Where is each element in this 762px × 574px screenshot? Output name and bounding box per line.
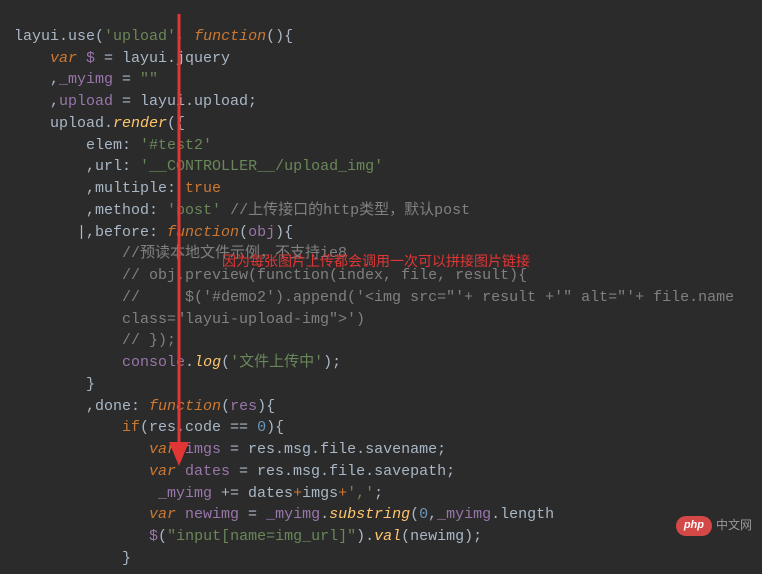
code-token: res <box>230 398 257 415</box>
code-token: imgs <box>185 441 221 458</box>
code-token: console <box>122 354 185 371</box>
code-token: = res.msg.file.savename; <box>221 441 446 458</box>
code-token: '__CONTROLLER__/upload_img' <box>140 158 383 175</box>
code-token: , <box>14 71 59 88</box>
code-token: $ <box>86 50 95 67</box>
code-token: "input[name=img_url]" <box>167 528 356 545</box>
code-token: ){ <box>257 398 275 415</box>
code-token: (newimg); <box>401 528 482 545</box>
code-token: _myimg <box>158 485 212 502</box>
code-token: ({ <box>167 115 185 132</box>
code-token: // }); <box>14 332 176 349</box>
code-token: val <box>374 528 401 545</box>
code-token: , <box>176 28 194 45</box>
code-token: : <box>149 224 167 241</box>
code-token: var <box>14 50 86 67</box>
code-token: upload <box>59 93 113 110</box>
code-token: // obj.preview(function(index, file, res… <box>14 267 527 284</box>
code-token: newimg <box>185 506 239 523</box>
code-token: |,before <box>14 224 149 241</box>
code-token <box>14 354 122 371</box>
code-token <box>14 528 149 545</box>
code-token: ( <box>221 354 230 371</box>
code-token: ,done <box>14 398 131 415</box>
code-token: : <box>131 398 149 415</box>
code-token: ( <box>221 398 230 415</box>
code-token: , <box>14 93 59 110</box>
code-token: substring <box>329 506 410 523</box>
code-token: = layui.jquery <box>95 50 230 67</box>
code-token: + <box>293 485 302 502</box>
code-token: } <box>14 376 95 393</box>
code-token: ',' <box>347 485 374 502</box>
code-token: . <box>185 354 194 371</box>
code-token: .length <box>491 506 554 523</box>
code-token: ( <box>158 528 167 545</box>
code-token: if <box>14 419 140 436</box>
code-token: imgs <box>302 485 338 502</box>
code-token: upload. <box>14 115 113 132</box>
code-token: ( <box>239 224 248 241</box>
code-token: = layui.upload; <box>113 93 257 110</box>
code-token: 0 <box>257 419 266 436</box>
code-token: elem <box>14 137 122 154</box>
code-token: (res.code == <box>140 419 257 436</box>
code-token: function <box>149 398 221 415</box>
code-token: ; <box>374 485 383 502</box>
code-token: .use( <box>59 28 104 45</box>
code-token: //预读本地文件示例，不支持ie8 <box>14 245 347 262</box>
code-token: = <box>113 71 140 88</box>
code-token: function <box>194 28 266 45</box>
code-token: 0 <box>419 506 428 523</box>
code-token: '#test2' <box>140 137 212 154</box>
code-token: : <box>122 158 140 175</box>
code-token: : <box>167 180 185 197</box>
code-token: ,method <box>14 202 149 219</box>
code-token: 'post' <box>167 202 230 219</box>
code-token: = res.msg.file.savepath; <box>230 463 455 480</box>
code-token: ,multiple <box>14 180 167 197</box>
code-token: var <box>14 441 185 458</box>
code-token <box>14 485 158 502</box>
code-token: _myimg <box>59 71 113 88</box>
code-token: _myimg <box>437 506 491 523</box>
code-token: , <box>428 506 437 523</box>
code-token: obj <box>248 224 275 241</box>
code-token: ); <box>323 354 341 371</box>
code-token: : <box>149 202 167 219</box>
code-token: //上传接口的http类型，默认post <box>230 202 470 219</box>
code-token: function <box>167 224 239 241</box>
watermark-badge: php <box>676 516 712 536</box>
code-token: true <box>185 180 221 197</box>
code-token: render <box>113 115 167 132</box>
code-token: ){ <box>266 419 284 436</box>
code-token: $ <box>149 528 158 545</box>
code-token: "" <box>140 71 158 88</box>
code-token: } <box>14 550 131 567</box>
code-token: + <box>338 485 347 502</box>
code-token: ). <box>356 528 374 545</box>
code-token: class="layui-upload-img">') <box>14 311 365 328</box>
code-token: (){ <box>266 28 293 45</box>
watermark-text: 中文网 <box>716 517 752 534</box>
code-token: var <box>14 506 185 523</box>
code-token: layui <box>14 28 59 45</box>
code-token: . <box>320 506 329 523</box>
code-token: '文件上传中' <box>230 354 323 371</box>
code-token: // $('#demo2').append('<img src="'+ resu… <box>14 289 743 306</box>
code-token: : <box>122 137 140 154</box>
watermark: php 中文网 <box>676 516 752 536</box>
code-token: ( <box>410 506 419 523</box>
code-editor[interactable]: layui.use('upload', function(){ var $ = … <box>0 0 762 574</box>
code-token: var <box>14 463 185 480</box>
code-token: dates <box>185 463 230 480</box>
code-token: ,url <box>14 158 122 175</box>
code-token: log <box>194 354 221 371</box>
code-token: += dates <box>212 485 293 502</box>
code-token: 'upload' <box>104 28 176 45</box>
code-token: = <box>239 506 266 523</box>
code-token: _myimg <box>266 506 320 523</box>
code-token: ){ <box>275 224 293 241</box>
